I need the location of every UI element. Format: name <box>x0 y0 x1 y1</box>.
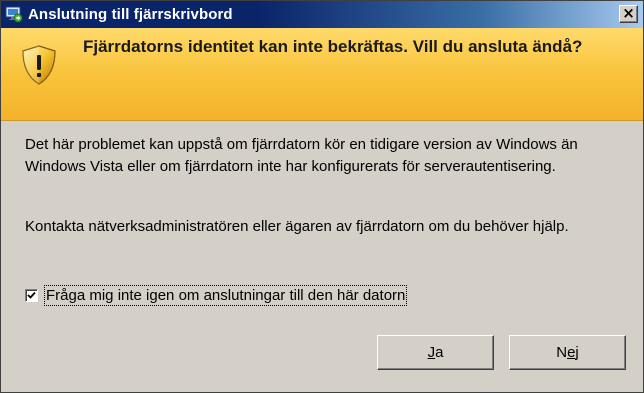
close-icon: × <box>622 4 635 22</box>
window-title: Anslutning till fjärrskrivbord <box>28 6 233 23</box>
contact-admin-text: Kontakta nätverksadministratören eller ä… <box>25 218 569 235</box>
checkmark-icon <box>27 291 36 299</box>
banner-message: Fjärrdatorns identitet kan inte bekräfta… <box>83 37 583 56</box>
yes-button[interactable]: Ja <box>377 335 494 370</box>
no-button-label-prefix: N <box>556 344 568 361</box>
warning-banner: Fjärrdatorns identitet kan inte bekräfta… <box>1 28 643 121</box>
dont-ask-again-label[interactable]: Fråga mig inte igen om anslutningar till… <box>43 285 408 306</box>
dont-ask-again-checkbox[interactable] <box>25 289 38 302</box>
remote-desktop-icon <box>5 6 23 23</box>
yes-button-mnemonic: J <box>427 344 436 361</box>
close-button[interactable]: × <box>619 5 638 23</box>
yes-button-label-rest: a <box>435 344 444 361</box>
explanation-text: Det här problemet kan uppstå om fjärrdat… <box>25 136 578 175</box>
no-button[interactable]: Nej <box>509 335 626 370</box>
title-bar[interactable]: Anslutning till fjärrskrivbord × <box>1 1 643 28</box>
no-button-label-rest: j <box>575 344 579 361</box>
dont-ask-again-option[interactable]: Fråga mig inte igen om anslutningar till… <box>25 285 408 306</box>
security-warning-shield-icon <box>22 45 56 85</box>
dialog-window: Anslutning till fjärrskrivbord × Fjärrda… <box>0 0 644 393</box>
